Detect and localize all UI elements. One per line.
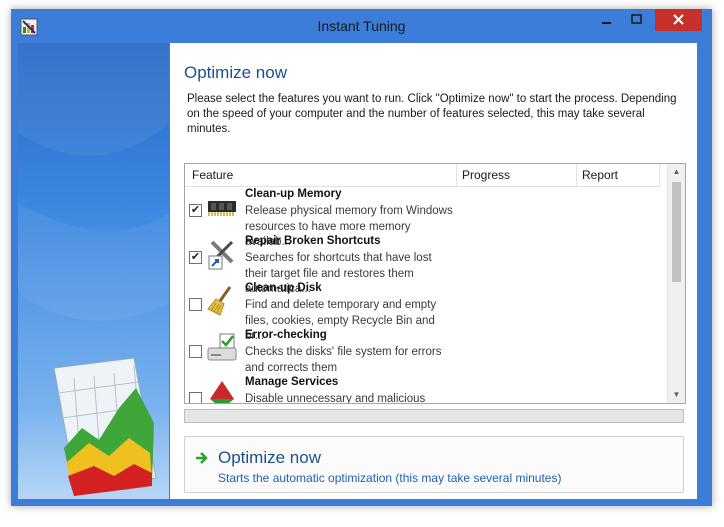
instructions-text: Please select the features you want to r… [187, 93, 677, 135]
feature-checkbox[interactable]: ✔ [189, 204, 202, 217]
column-progress[interactable]: Progress [462, 168, 510, 182]
feature-name: Clean-up Memory [245, 188, 342, 200]
feature-checkbox[interactable] [189, 345, 202, 358]
disk-check-icon [207, 333, 237, 361]
app-window: Instant Tuning Optimize now Please selec… [11, 9, 712, 506]
broom-icon [207, 286, 232, 316]
feature-name: Repair Broken Shortcuts [245, 235, 381, 247]
column-separator[interactable] [659, 164, 660, 186]
title-bar[interactable]: Instant Tuning [11, 9, 712, 43]
vertical-scrollbar[interactable]: ▲ ▼ [667, 164, 685, 403]
column-separator[interactable] [576, 164, 577, 186]
list-item[interactable]: Manage Services Disable unnecessary and … [185, 375, 663, 403]
feature-name: Manage Services [245, 376, 339, 388]
close-icon [673, 14, 684, 25]
scroll-up-icon[interactable]: ▲ [668, 164, 685, 180]
feature-name: Error-checking [245, 329, 327, 341]
sidebar-panel [18, 43, 169, 499]
services-icon [210, 381, 234, 403]
optimize-now-button[interactable]: Optimize now Starts the automatic optimi… [184, 436, 684, 493]
feature-checkbox[interactable]: ✔ [189, 251, 202, 264]
features-table: Feature Progress Report ✔ Clean-up Memor… [184, 163, 686, 404]
maximize-button[interactable] [623, 9, 651, 31]
minimize-button[interactable] [593, 9, 621, 31]
list-item[interactable]: ✔ Clean-up Memory Release physical memor… [185, 187, 663, 248]
shortcut-repair-icon [208, 240, 234, 270]
page-title: Optimize now [184, 63, 287, 82]
close-button[interactable] [655, 9, 702, 31]
arrow-right-icon [196, 452, 208, 464]
progress-bar [184, 409, 684, 423]
feature-description: Checks the disks' file system for errors… [245, 346, 442, 374]
list-item[interactable]: ✔ Repair Broken Shortcuts Searches for s… [185, 234, 663, 295]
column-separator[interactable] [456, 164, 457, 186]
scroll-down-icon[interactable]: ▼ [668, 387, 685, 403]
feature-checkbox[interactable] [189, 298, 202, 311]
main-content: Optimize now Please select the features … [170, 43, 697, 499]
action-subtitle: Starts the automatic optimization (this … [218, 471, 562, 485]
feature-name: Clean-up Disk [245, 282, 322, 294]
minimize-icon [602, 22, 611, 24]
features-list: ✔ Clean-up Memory Release physical memor… [185, 187, 663, 403]
action-title: Optimize now [218, 448, 321, 467]
scroll-thumb[interactable] [672, 182, 681, 282]
list-item[interactable]: Error-checking Checks the disks' file sy… [185, 328, 663, 375]
table-header: Feature Progress Report [185, 164, 660, 187]
list-item[interactable]: Clean-up Disk Find and delete temporary … [185, 281, 663, 342]
maximize-icon [631, 14, 642, 24]
memory-chip-icon [208, 201, 236, 216]
column-feature[interactable]: Feature [192, 168, 233, 182]
feature-description: Disable unnecessary and malicious [245, 393, 426, 403]
feature-checkbox[interactable] [189, 392, 202, 403]
chart-illustration [18, 43, 169, 496]
column-report[interactable]: Report [582, 168, 618, 182]
